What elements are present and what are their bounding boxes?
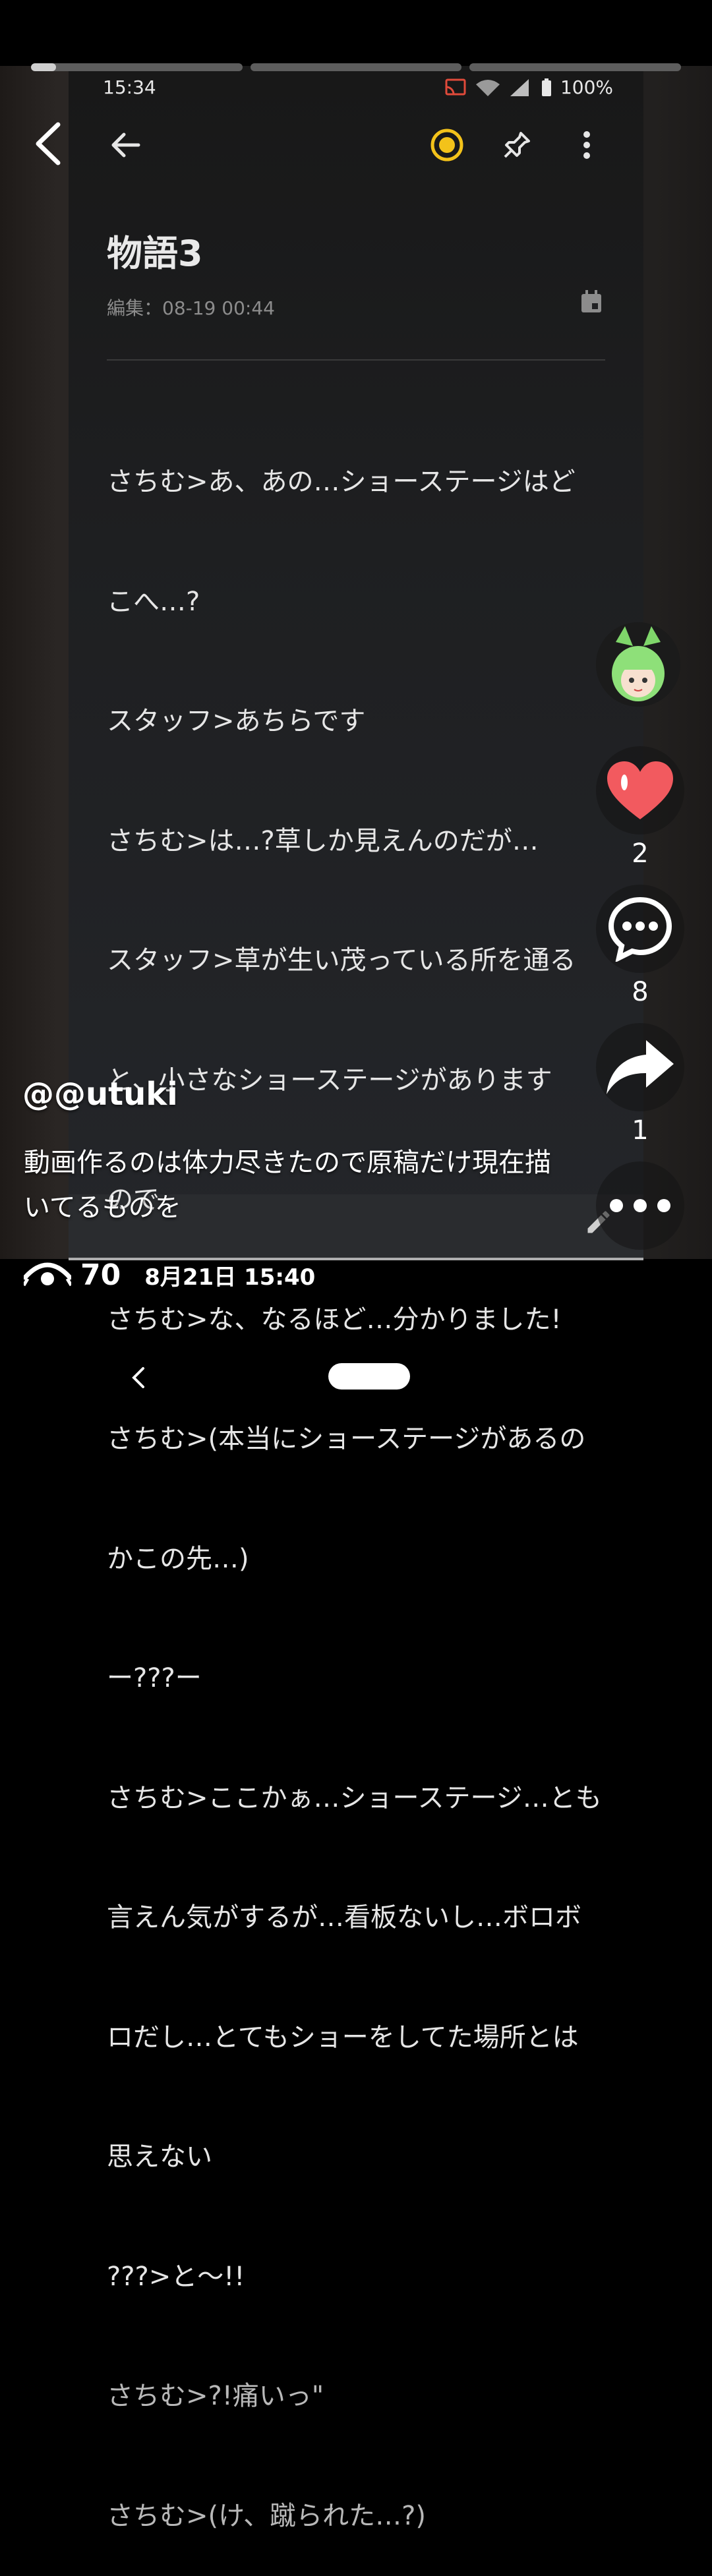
cast-icon [445,78,466,95]
note-title: 物語3 [107,233,203,274]
note-line: さちむ>ここかぁ…ショーステージ…とも [107,1782,602,1813]
system-nav-bar [0,1338,712,1424]
share-count: 1 [632,1115,649,1146]
note-line: スタッフ>あちらです [107,706,366,736]
post-caption: 動画作るのは体力尽きたので原稿だけ現在描いてるものを [24,1148,551,1223]
calendar-icon[interactable] [580,290,603,314]
post-username[interactable]: @@utuki [22,1076,178,1113]
note-line: さちむ>(け、蹴られた…?) [107,2500,426,2531]
view-count: 70 [80,1258,121,1292]
system-back-icon[interactable] [125,1358,152,1397]
comment-count: 8 [632,977,649,1007]
comment-bubble-icon[interactable] [596,885,684,973]
note-edit-time: 編集：08-19 00:44 [107,297,275,319]
battery-percent: 100% [560,76,613,98]
note-line: と、小さなショーステージがあります [107,1065,552,1096]
progress-segment [469,63,682,71]
like-button[interactable]: 2 [596,746,684,869]
note-line: スタッフ>草が生い茂っている所を通る [107,945,576,976]
story-progress-bars [31,63,682,71]
note-line: 思えない [107,2142,212,2172]
pin-icon[interactable] [490,119,543,171]
note-line: さちむ>あ、あの…ショーステージはど [107,467,576,497]
progress-segment [31,63,243,71]
post-date: 8月21日 15:40 [144,1264,316,1291]
back-chevron-icon[interactable] [25,117,71,170]
more-vertical-icon[interactable] [560,119,613,171]
note-line: かこの先…) [107,1543,249,1574]
wifi-icon [475,79,500,96]
more-horizontal-icon[interactable] [596,1161,684,1250]
signal-icon [510,78,529,96]
more-options-button[interactable] [596,1161,684,1250]
note-line: ー???ー [107,1663,202,1693]
share-button[interactable]: 1 [596,1023,684,1146]
note-body: さちむ>あ、あの…ショーステージはど こへ…? スタッフ>あちらです さちむ>は… [107,382,608,2576]
inner-status-bar: 15:34 100% [103,75,613,102]
note-line: さちむ>(本当にショーステージがあるの [107,1424,586,1454]
post-stats: 70 8月21日 15:40 [24,1256,315,1293]
system-home-pill[interactable] [328,1363,410,1390]
note-line: 言えん気がするが…看板ないし…ボロボ [107,1902,581,1933]
note-line: ロだし…とてもショーをしてた場所とは [107,2022,579,2053]
battery-icon [541,78,551,96]
like-count: 2 [632,838,649,869]
progress-segment [250,63,462,71]
note-line: ???>と〜!! [107,2261,245,2292]
eye-icon [24,1262,71,1287]
note-line: さちむ>?!痛いっ" [107,2381,324,2411]
note-toolbar [69,119,643,171]
note-line: さちむ>な、なるほど…分かりました! [107,1304,562,1335]
reminder-circle-icon[interactable] [421,119,473,171]
status-time: 15:34 [103,76,156,98]
note-line: こへ…? [107,586,200,617]
note-line: さちむ>は…?草しか見えんのだが… [107,825,539,856]
share-arrow-icon[interactable] [596,1023,684,1111]
creator-avatar-button[interactable] [596,622,680,707]
divider [107,359,605,361]
arrow-left-icon[interactable] [99,119,152,171]
avatar[interactable] [596,622,680,707]
comment-button[interactable]: 8 [596,885,684,1007]
heart-icon[interactable] [596,746,684,834]
